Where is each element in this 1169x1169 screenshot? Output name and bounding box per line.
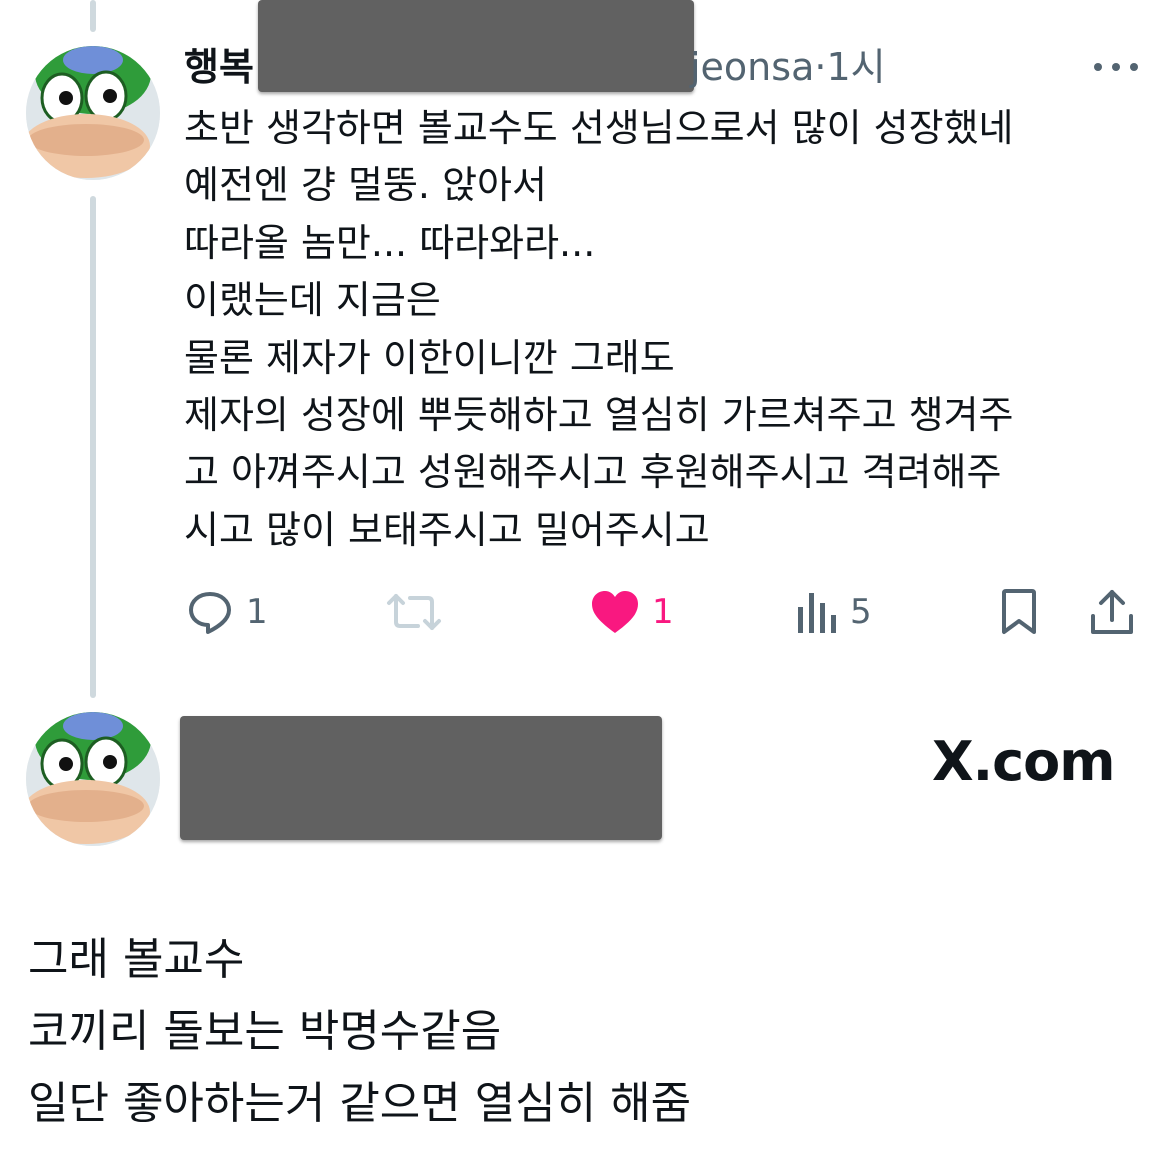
avatar[interactable] <box>26 712 160 846</box>
share-button[interactable] <box>1088 586 1136 638</box>
heart-icon <box>592 591 638 633</box>
caption-line: 코끼리 돌보는 박명수같음 <box>28 1006 502 1057</box>
thread-line-top <box>90 0 96 32</box>
tweet-line: 초반 생각하면 볼교수도 선생님으로서 많이 성장했네 <box>184 106 1014 150</box>
redacted-author-block <box>180 716 662 840</box>
repost-icon <box>387 594 441 630</box>
duck-avatar-icon <box>26 712 160 846</box>
tweet-line: 따라올 놈만... 따라와라... <box>184 220 596 265</box>
reply-button[interactable]: 1 <box>186 586 268 638</box>
repost-button[interactable] <box>386 586 442 638</box>
tweet-line: 이랬는데 지금은 <box>184 278 441 323</box>
share-icon <box>1091 590 1133 634</box>
reply-count: 1 <box>246 592 268 632</box>
caption-line: 일단 좋아하는거 같으면 열심히 해줌 <box>28 1078 692 1129</box>
x-com-label: X.com <box>932 730 1116 793</box>
caption-text: 그래 볼교수 코끼리 돌보는 박명수같음 일단 좋아하는거 같으면 열심히 해줌 <box>28 924 691 1140</box>
tweet-line: 물론 제자가 이한이니깐 그래도 <box>184 335 675 380</box>
thread-line <box>90 196 96 698</box>
tweet-text: 초반 생각하면 볼교수도 선생님으로서 많이 성장했네 예전엔 걍 멀뚱. 앉아… <box>184 100 1144 559</box>
author-handle-time: jeonsa·1시 <box>690 44 886 90</box>
like-button[interactable]: 1 <box>590 586 674 638</box>
views-button[interactable]: 5 <box>796 586 872 638</box>
tweet-line: 고 아껴주시고 성원해주시고 후원해주시고 격려해주 <box>184 450 1002 495</box>
bookmark-icon <box>1002 589 1036 634</box>
timestamp[interactable]: 1시 <box>826 45 885 89</box>
bookmark-button[interactable] <box>998 586 1040 638</box>
reply-icon <box>189 592 231 634</box>
duck-avatar-icon <box>26 46 160 180</box>
avatar[interactable] <box>26 46 160 180</box>
views-icon <box>798 593 836 633</box>
author-handle[interactable]: jeonsa <box>690 45 814 89</box>
like-count: 1 <box>652 592 674 632</box>
more-icon[interactable] <box>1094 52 1138 82</box>
redacted-author-block <box>258 0 694 92</box>
tweet-line: 시고 많이 보태주시고 밀어주시고 <box>184 507 710 552</box>
tweet-line: 예전엔 걍 멀뚱. 앉아서 <box>184 163 547 208</box>
view-count: 5 <box>850 592 872 632</box>
tweet-line: 제자의 성장에 뿌듯해하고 열심히 가르쳐주고 챙겨주 <box>184 393 1014 438</box>
caption-line: 그래 볼교수 <box>28 934 245 985</box>
separator: · <box>814 45 827 89</box>
author-name[interactable]: 행복 <box>184 44 254 90</box>
